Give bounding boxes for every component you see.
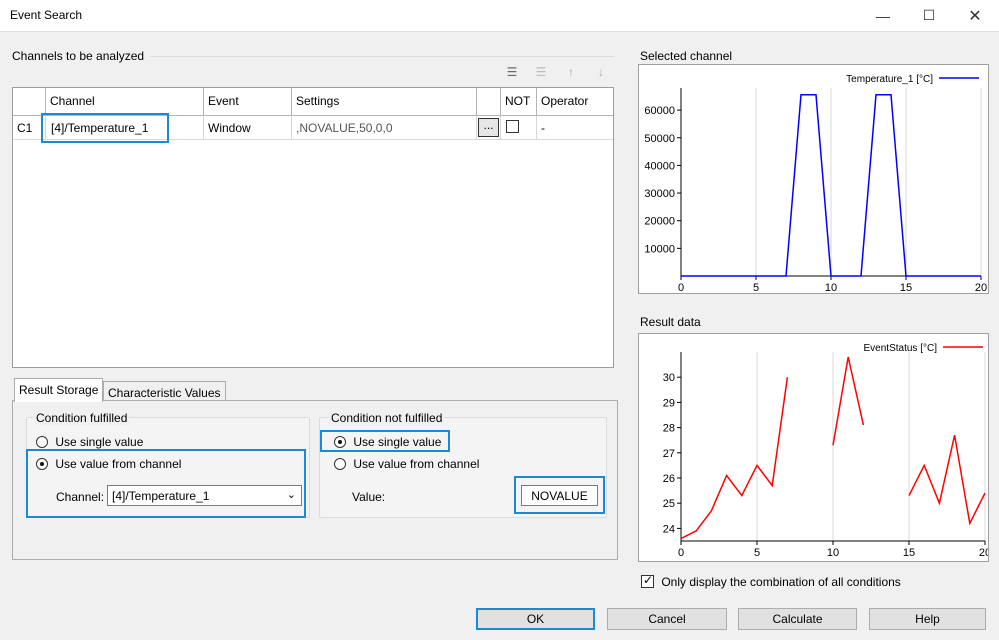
column-header-settings[interactable]: Settings	[292, 88, 477, 116]
result-data-caption: Result data	[640, 315, 701, 329]
y-tick-label: 24	[663, 523, 675, 535]
condition-fulfilled-caption: Condition fulfilled	[34, 411, 130, 425]
column-header-operator[interactable]: Operator	[537, 88, 613, 116]
only-combination-checkbox[interactable]: ✓	[641, 573, 654, 588]
value-input[interactable]: NOVALUE	[521, 485, 598, 506]
x-tick-label: 5	[754, 547, 760, 559]
channel-select[interactable]: [4]/Temperature_1 ⌄	[107, 485, 302, 506]
row-not-cell	[501, 116, 537, 140]
browse-button[interactable]: ...	[478, 118, 499, 137]
column-header-channel[interactable]: Channel	[46, 88, 204, 116]
not-fulfilled-from-channel-label: Use value from channel	[353, 457, 480, 471]
x-tick-label: 0	[678, 282, 684, 293]
not-fulfilled-from-channel-radio[interactable]	[334, 458, 346, 470]
checkmark-icon: ✓	[643, 573, 654, 587]
not-checkbox[interactable]	[506, 120, 519, 133]
minimize-icon[interactable]: —	[860, 0, 906, 31]
maximize-icon[interactable]: ☐	[906, 0, 952, 31]
calculate-button[interactable]: Calculate	[738, 608, 857, 630]
selected-channel-caption: Selected channel	[640, 49, 733, 63]
ok-button[interactable]: OK	[476, 608, 595, 630]
row-settings[interactable]: ,NOVALUE,50,0,0	[292, 116, 477, 140]
row-channel-value: [4]/Temperature_1	[51, 121, 149, 135]
grid-corner	[13, 88, 46, 116]
not-fulfilled-single-value-label: Use single value	[353, 435, 442, 449]
y-tick-label: 50000	[644, 133, 675, 145]
legend-label: Temperature_1 [°C]	[846, 74, 933, 85]
row-event[interactable]: Window	[204, 116, 292, 140]
section-divider	[150, 56, 614, 57]
result-data-plot: 0 5 10 15 20 24 25 26 27 28 29 30 EventStatus [°C]	[663, 343, 991, 559]
help-button[interactable]: Help	[869, 608, 986, 630]
selected-channel-chart: 0 5 10 15 20 10000 20000 30000 40000 50000 60000 Te…	[638, 64, 989, 294]
x-tick-label: 15	[903, 547, 915, 559]
x-tick-label: 20	[975, 282, 987, 293]
x-tick-label: 15	[900, 282, 912, 293]
selected-channel-plot: 0 5 10 15 20 10000 20000 30000 40000 50000 60000 Te…	[644, 74, 987, 294]
y-tick-label: 30	[663, 372, 675, 384]
y-tick-label: 26	[663, 473, 675, 485]
add-row-icon[interactable]: ☰	[503, 64, 521, 80]
tab-result-storage[interactable]: Result Storage	[14, 378, 104, 402]
legend-label: EventStatus [°C]	[864, 343, 938, 354]
y-tick-label: 28	[663, 423, 675, 435]
close-icon[interactable]: ✕	[952, 0, 998, 31]
column-header-event[interactable]: Event	[204, 88, 292, 116]
column-header-not[interactable]: NOT	[501, 88, 537, 116]
fulfilled-single-value-option[interactable]: Use single value	[36, 435, 143, 449]
y-tick-label: 10000	[644, 243, 675, 255]
move-up-icon[interactable]: ↑	[562, 64, 580, 80]
x-tick-label: 5	[753, 282, 759, 293]
channel-select-value: [4]/Temperature_1	[112, 489, 210, 503]
not-fulfilled-from-channel-option[interactable]: Use value from channel	[334, 457, 479, 471]
row-operator[interactable]: -	[537, 116, 613, 140]
y-tick-label: 25	[663, 498, 675, 510]
x-tick-label: 10	[825, 282, 837, 293]
fulfilled-from-channel-radio[interactable]	[36, 458, 48, 470]
x-tick-label: 10	[827, 547, 839, 559]
fulfilled-single-value-label: Use single value	[55, 435, 144, 449]
row-channel-highlight[interactable]: [4]/Temperature_1	[41, 113, 169, 143]
y-tick-label: 29	[663, 397, 675, 409]
x-tick-label: 0	[678, 547, 684, 559]
y-tick-label: 40000	[644, 160, 675, 172]
window-title: Event Search	[10, 8, 83, 22]
fulfilled-single-value-radio[interactable]	[36, 436, 48, 448]
not-fulfilled-single-value-radio[interactable]	[334, 436, 346, 448]
fulfilled-from-channel-label: Use value from channel	[55, 457, 182, 471]
y-tick-label: 60000	[644, 105, 675, 117]
chevron-down-icon[interactable]: ⌄	[287, 488, 296, 501]
x-tick-label: 20	[979, 547, 988, 559]
result-data-chart: 0 5 10 15 20 24 25 26 27 28 29 30 EventStatus [°C]	[638, 333, 991, 562]
y-tick-label: 30000	[644, 188, 675, 200]
delete-row-icon[interactable]: ☰	[532, 64, 550, 80]
value-label: Value:	[352, 490, 386, 504]
row-browse-cell: ...	[477, 116, 501, 140]
condition-not-fulfilled-caption: Condition not fulfilled	[329, 411, 445, 425]
y-tick-label: 27	[663, 448, 675, 460]
not-fulfilled-single-value-option[interactable]: Use single value	[334, 435, 441, 449]
channels-grid: Channel Event Settings NOT Operator C1 W…	[12, 87, 614, 368]
channel-label: Channel:	[56, 490, 105, 504]
only-combination-option[interactable]: ✓ Only display the combination of all co…	[641, 573, 901, 589]
channels-caption: Channels to be analyzed	[12, 49, 145, 63]
move-down-icon[interactable]: ↓	[592, 64, 610, 80]
cancel-button[interactable]: Cancel	[607, 608, 727, 630]
title-bar: Event Search — ☐ ✕	[0, 0, 999, 32]
fulfilled-from-channel-option[interactable]: Use value from channel	[36, 457, 181, 471]
y-tick-label: 20000	[644, 216, 675, 228]
column-header-browse	[477, 88, 501, 116]
only-combination-label: Only display the combination of all cond…	[661, 575, 901, 589]
